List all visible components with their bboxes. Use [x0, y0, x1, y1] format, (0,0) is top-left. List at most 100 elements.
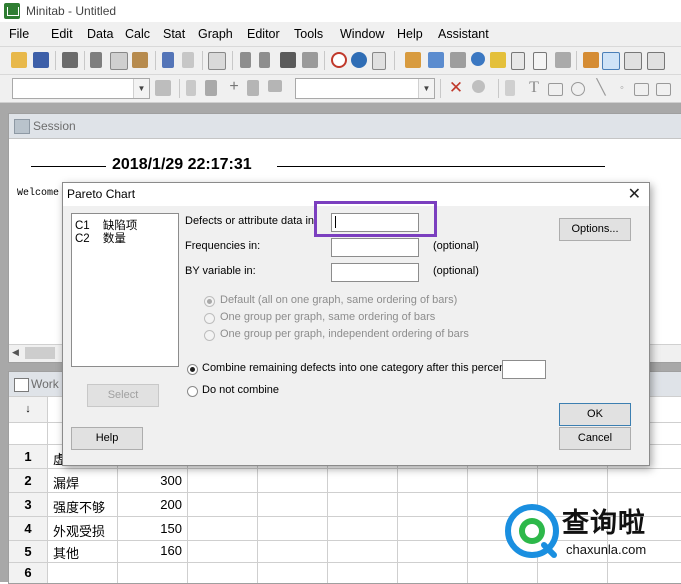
same-ordering-radio[interactable]	[204, 313, 215, 324]
options-button[interactable]: Options...	[559, 218, 631, 241]
table-cell[interactable]: 外观受损	[53, 521, 105, 540]
menu-window[interactable]: Window	[340, 27, 384, 41]
text-tool-icon[interactable]: T	[526, 80, 542, 96]
menu-edit[interactable]: Edit	[51, 27, 73, 41]
menu-stat[interactable]: Stat	[163, 27, 185, 41]
redo-icon[interactable]	[182, 52, 194, 68]
menu-calc[interactable]: Calc	[125, 27, 150, 41]
menu-assistant[interactable]: Assistant	[438, 27, 489, 41]
frequencies-input[interactable]	[331, 238, 419, 257]
pen-icon[interactable]	[205, 80, 217, 96]
crosshair-icon[interactable]: +	[226, 79, 242, 96]
table-cell[interactable]: 强度不够	[53, 497, 105, 516]
combine-defects-radio[interactable]	[187, 364, 198, 375]
find-icon[interactable]	[280, 52, 296, 68]
column-id: C2	[75, 233, 90, 245]
table-cell[interactable]: 其他	[53, 543, 79, 562]
polyline-icon[interactable]	[656, 83, 671, 96]
list-item[interactable]: C2 数量	[75, 230, 126, 246]
ok-button[interactable]: OK	[559, 403, 631, 426]
ellipse-icon[interactable]	[571, 82, 585, 96]
layout-icon[interactable]	[555, 52, 571, 68]
optional-note: (optional)	[433, 265, 479, 277]
table-cell[interactable]: 漏焊	[53, 473, 79, 492]
session-window-icon[interactable]	[405, 52, 421, 68]
arrow-down-icon[interactable]	[259, 52, 270, 68]
table-cell[interactable]: 200	[122, 497, 182, 512]
table-cell[interactable]: 150	[122, 521, 182, 536]
brush-icon[interactable]	[155, 80, 171, 96]
close-icon[interactable]: ✕	[628, 184, 641, 204]
new-page-icon[interactable]	[533, 52, 547, 70]
worksheet-icon[interactable]	[428, 52, 444, 68]
graph-folder-icon[interactable]	[450, 52, 466, 68]
report-pad-icon[interactable]	[511, 52, 525, 70]
project-manager-icon[interactable]	[490, 52, 506, 68]
menu-editor[interactable]: Editor	[247, 27, 280, 41]
toolbar-separator	[440, 79, 441, 98]
info-icon[interactable]	[471, 52, 485, 66]
row-header[interactable]: 3	[9, 493, 47, 516]
row-header[interactable]: 4	[9, 517, 47, 540]
row-header[interactable]: 6	[9, 563, 47, 583]
scroll-left-icon[interactable]: ◀	[12, 347, 19, 358]
swap-icon[interactable]	[268, 80, 282, 92]
scrollbar-thumb[interactable]	[25, 347, 55, 359]
paste-icon[interactable]	[132, 52, 148, 68]
copy-icon[interactable]	[110, 52, 128, 70]
tile-icon[interactable]	[624, 52, 642, 70]
chevron-down-icon[interactable]: ▼	[418, 79, 434, 98]
replace-icon[interactable]	[302, 52, 318, 68]
table-cell[interactable]: 300	[122, 473, 182, 488]
rectangle-icon[interactable]	[548, 83, 563, 96]
graph-combo[interactable]: ▼	[295, 78, 435, 99]
menu-graph[interactable]: Graph	[198, 27, 233, 41]
worksheet-corner-cell[interactable]: ↓	[9, 397, 47, 422]
open-folder-icon[interactable]	[11, 52, 27, 68]
menu-help[interactable]: Help	[397, 27, 423, 41]
select-arrow-icon[interactable]	[186, 80, 196, 96]
zoom-icon[interactable]	[472, 80, 485, 93]
table-cell[interactable]: 160	[122, 543, 182, 558]
worksheet-toggle-icon[interactable]	[602, 52, 620, 70]
help-icon[interactable]	[351, 52, 367, 68]
toolbar-separator	[155, 51, 156, 70]
dot-tool-icon[interactable]: ◦	[614, 80, 630, 96]
line-tool-icon[interactable]: ╲	[593, 80, 609, 96]
cancel-button[interactable]: Cancel	[559, 427, 631, 450]
session-header[interactable]: Session	[9, 114, 681, 139]
do-not-combine-label: Do not combine	[202, 384, 280, 396]
help-button[interactable]: Help	[71, 427, 143, 450]
polygon-icon[interactable]	[634, 83, 649, 96]
undo-icon[interactable]	[162, 52, 174, 68]
window-list-icon[interactable]	[647, 52, 665, 70]
edit-last-dialog-icon[interactable]	[208, 52, 226, 70]
arrow-up-icon[interactable]	[240, 52, 251, 68]
save-icon[interactable]	[33, 52, 49, 68]
menu-data[interactable]: Data	[87, 27, 113, 41]
select-button[interactable]: Select	[87, 384, 159, 407]
delete-x-icon[interactable]: ✕	[448, 79, 464, 96]
worksheet-title: Work	[31, 377, 59, 391]
do-not-combine-radio[interactable]	[187, 386, 198, 397]
flag-icon[interactable]	[247, 80, 259, 96]
session-toggle-icon[interactable]	[583, 52, 599, 68]
menu-file[interactable]: File	[9, 27, 29, 41]
cancel-icon[interactable]	[331, 52, 347, 68]
worksheet-combo[interactable]: ▼	[12, 78, 150, 99]
row-header[interactable]: 2	[9, 469, 47, 492]
by-variable-input[interactable]	[331, 263, 419, 282]
default-ordering-radio[interactable]	[204, 296, 215, 307]
print-icon[interactable]	[62, 52, 78, 68]
pointer-icon[interactable]	[505, 80, 515, 96]
menu-tools[interactable]: Tools	[294, 27, 323, 41]
cut-icon[interactable]	[90, 52, 102, 68]
session-timestamp: 2018/1/29 22:17:31	[112, 156, 252, 173]
doc-icon[interactable]	[372, 52, 386, 70]
column-listbox[interactable]: C1 缺陷项 C2 数量	[71, 213, 179, 367]
row-header[interactable]: 5	[9, 541, 47, 562]
independent-ordering-radio[interactable]	[204, 330, 215, 341]
combine-percent-input[interactable]	[502, 360, 546, 379]
row-header[interactable]: 1	[9, 445, 47, 468]
chevron-down-icon[interactable]: ▼	[133, 79, 149, 98]
